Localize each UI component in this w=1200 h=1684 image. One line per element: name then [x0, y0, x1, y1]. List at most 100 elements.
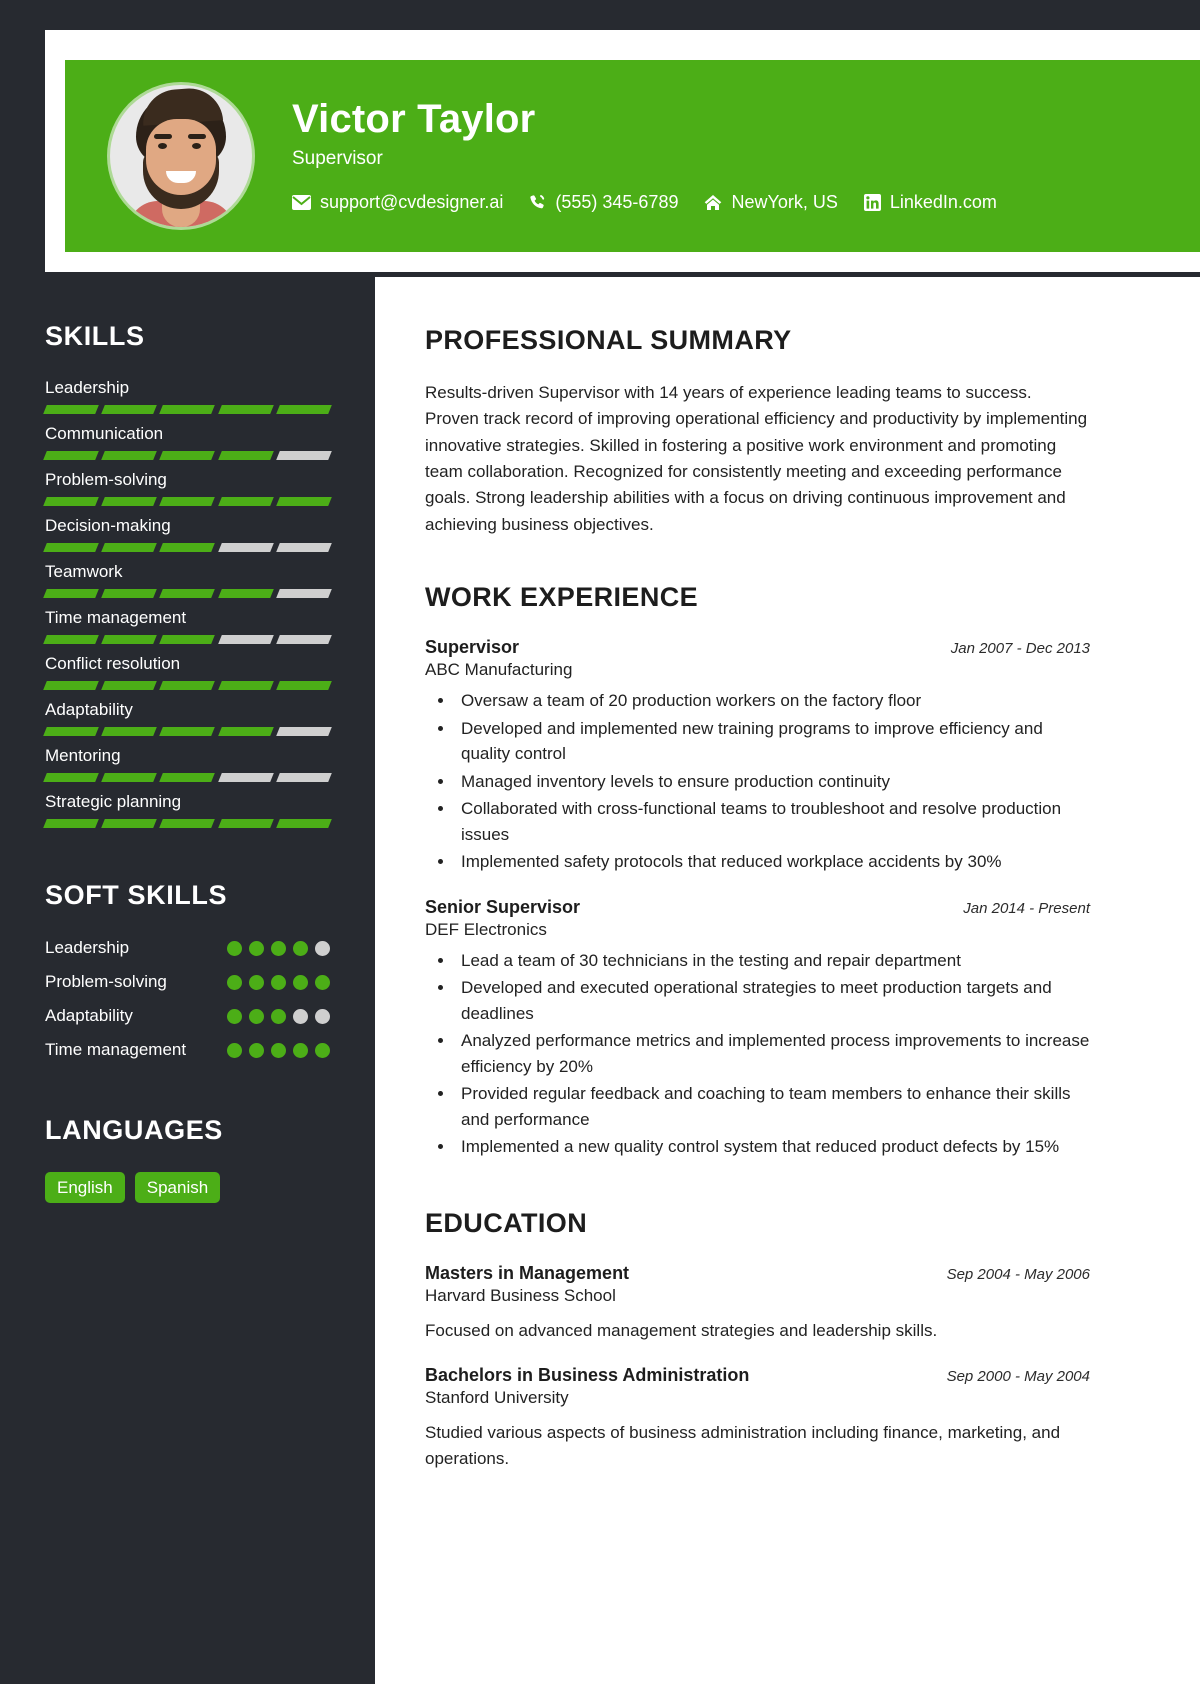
skill-bar-segment [275, 405, 332, 414]
home-icon [704, 194, 722, 211]
resume-page: Victor Taylor Supervisor support@cvdesig… [0, 0, 1200, 1684]
soft-skill-rating [227, 937, 330, 956]
skill-bar-segment [43, 681, 100, 690]
skill-bar-segment [275, 635, 332, 644]
skill-bar-segment [101, 497, 158, 506]
skill-bar-segment [217, 589, 274, 598]
main-content: PROFESSIONAL SUMMARY Results-driven Supe… [375, 277, 1200, 1684]
rating-dot [249, 1042, 264, 1058]
skill-bar-segment [43, 635, 100, 644]
envelope-icon [292, 194, 311, 210]
skill-level-bar [43, 635, 332, 644]
experience-bullet: Implemented safety protocols that reduce… [455, 849, 1090, 875]
skill-label: Communication [45, 424, 164, 443]
education-degree: Bachelors in Business Administration [425, 1365, 750, 1386]
rating-dot [315, 941, 330, 956]
skill-label: Conflict resolution [45, 654, 181, 673]
education-date: Sep 2000 - May 2004 [946, 1368, 1090, 1386]
skill-bar-segment [217, 543, 274, 552]
skill-bar-segment [101, 589, 158, 598]
experience-header: Supervisor Jan 2007 - Dec 2013 [425, 637, 1090, 658]
skill-bar-segment [159, 543, 216, 552]
skill-bar-segment [43, 497, 100, 506]
experience-bullet: Developed and executed operational strat… [455, 975, 1090, 1026]
skill-bar-segment [159, 497, 216, 506]
skill-label: Teamwork [45, 562, 123, 581]
education-school: Harvard Business School [425, 1285, 616, 1305]
contact-email-text: support@cvdesigner.ai [320, 191, 504, 212]
skill-bar-segment [101, 727, 158, 736]
skill-bar-segment [159, 405, 216, 414]
soft-skill-label: Problem-solving [45, 971, 167, 991]
contact-email[interactable]: support@cvdesigner.ai [292, 192, 503, 213]
skill-item: Conflict resolution [43, 654, 332, 690]
rating-dot [315, 974, 330, 990]
skill-level-bar [43, 819, 332, 828]
linkedin-icon [863, 193, 881, 211]
languages-heading: LANGUAGES [45, 1114, 223, 1145]
soft-skill-rating [227, 1005, 330, 1024]
skill-bar-segment [217, 773, 274, 782]
skill-bar-segment [275, 497, 332, 506]
skill-bar-segment [43, 773, 100, 782]
experience-list: Supervisor Jan 2007 - Dec 2013 ABC Manufac… [425, 637, 1090, 1160]
education-list: Masters in Management Sep 2004 - May 2006… [425, 1263, 1090, 1472]
phone-icon [529, 194, 546, 211]
skill-bar-segment [159, 589, 216, 598]
skill-bar-segment [43, 451, 100, 460]
experience-item: Senior Supervisor Jan 2014 - Present DEF E… [425, 897, 1090, 1160]
experience-company: ABC Manufacturing [425, 660, 573, 680]
skill-item: Problem-solving [43, 470, 332, 506]
summary-text: Results-driven Supervisor with 14 years … [425, 383, 1088, 534]
skill-level-bar [43, 405, 332, 414]
soft-skill-rating [227, 971, 330, 990]
education-item: Masters in Management Sep 2004 - May 2006… [425, 1263, 1090, 1344]
skill-level-bar [43, 451, 332, 460]
skill-bar-segment [275, 819, 332, 828]
language-tag: Spanish [134, 1171, 221, 1203]
rating-dot [249, 974, 264, 990]
skill-level-bar [43, 589, 332, 598]
rating-dot [293, 1008, 308, 1024]
experience-bullet: Provided regular feedback and coaching t… [455, 1081, 1090, 1132]
language-tag: English [45, 1171, 125, 1203]
soft-skill-item: Leadership [45, 937, 330, 960]
skill-bar-segment [217, 635, 274, 644]
skill-bar-segment [159, 635, 216, 644]
rating-dot [227, 941, 242, 956]
experience-bullets: Oversaw a team of 20 production workers … [455, 688, 1090, 875]
skill-bar-segment [217, 497, 274, 506]
skill-bar-segment [217, 819, 274, 828]
contact-phone-text: (555) 345-6789 [555, 191, 679, 212]
skill-bar-segment [217, 405, 274, 414]
skill-bar-segment [101, 773, 158, 782]
skill-item: Strategic planning [43, 792, 332, 828]
skill-bar-segment [159, 819, 216, 828]
experience-bullet: Implemented a new quality control system… [455, 1134, 1090, 1160]
skill-bar-segment [275, 589, 332, 598]
contact-location[interactable]: NewYork, US [704, 192, 838, 213]
rating-dot [227, 1008, 242, 1024]
skill-bar-segment [275, 543, 332, 552]
contact-phone[interactable]: (555) 345-6789 [529, 192, 678, 213]
experience-company: DEF Electronics [425, 919, 547, 939]
education-header: Masters in Management Sep 2004 - May 2006 [425, 1263, 1090, 1284]
rating-dot [293, 1042, 308, 1058]
page-title: Victor Taylor [292, 96, 536, 141]
contact-linkedin-text: LinkedIn.com [889, 191, 997, 212]
skill-bar-segment [159, 681, 216, 690]
contact-linkedin[interactable]: LinkedIn.com [863, 191, 997, 213]
skill-level-bar [43, 497, 332, 506]
skills-heading: SKILLS [45, 321, 145, 351]
education-school: Stanford University [425, 1388, 569, 1408]
education-degree: Masters in Management [425, 1262, 630, 1283]
education-heading: EDUCATION [425, 1207, 588, 1238]
header-card: Victor Taylor Supervisor support@cvdesig… [45, 30, 1200, 272]
soft-skill-label: Leadership [45, 938, 130, 957]
rating-dot [315, 1008, 330, 1024]
avatar [110, 85, 252, 227]
skill-bar-segment [217, 451, 274, 460]
skill-item: Adaptability [43, 700, 332, 736]
skill-level-bar [43, 681, 332, 690]
rating-dot [249, 941, 264, 956]
